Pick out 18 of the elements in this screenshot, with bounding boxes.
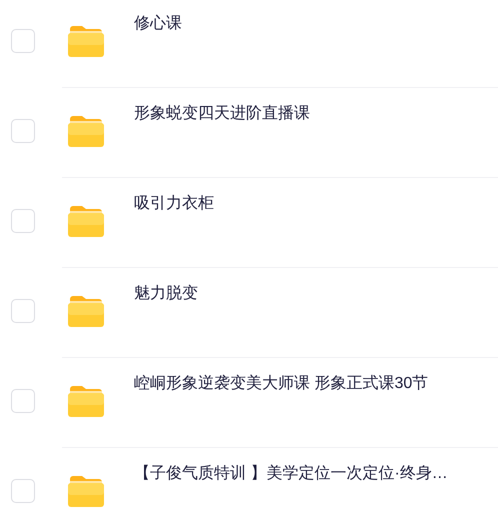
- folder-name[interactable]: 崆峒形象逆袭变美大师课 形象正式课30节: [134, 373, 428, 447]
- folder-name[interactable]: 修心课: [134, 13, 182, 87]
- folder-name[interactable]: 形象蜕变四天进阶直播课: [134, 103, 310, 177]
- checkbox[interactable]: [11, 389, 35, 413]
- folder-icon: [68, 385, 104, 417]
- folder-name[interactable]: 吸引力衣柜: [134, 193, 214, 267]
- folder-icon: [68, 25, 104, 57]
- checkbox[interactable]: [11, 479, 35, 503]
- folder-icon: [68, 475, 104, 507]
- folder-icon: [68, 295, 104, 327]
- folder-icon: [68, 205, 104, 237]
- checkbox[interactable]: [11, 209, 35, 233]
- checkbox[interactable]: [11, 119, 35, 143]
- checkbox[interactable]: [11, 299, 35, 323]
- checkbox[interactable]: [11, 29, 35, 53]
- folder-name[interactable]: 魅力脱变: [134, 283, 198, 357]
- folder-name[interactable]: 【子俊气质特训 】美学定位一次定位·终身…: [134, 463, 448, 518]
- folder-icon: [68, 115, 104, 147]
